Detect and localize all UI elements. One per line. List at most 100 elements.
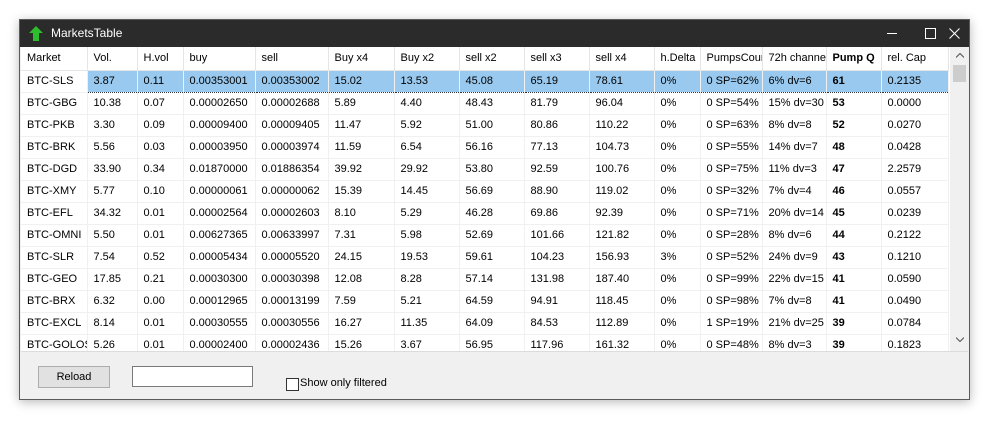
table-row[interactable]: BTC-SLS 3.87 0.11 0.00353001 0.00353002 15.02… [21,69,949,93]
table-cell: 8% dv=3 [762,334,827,351]
table-cell: 1 SP=19% [700,312,763,335]
table-row[interactable]: BTC-SLR 7.54 0.52 0.00005434 0.00005520 24.15… [21,246,949,269]
close-icon [949,28,960,39]
close-button[interactable] [949,20,969,47]
table-cell: 0% [654,268,701,291]
table-cell: BTC-PKB [21,114,88,137]
table-cell: 5.77 [87,180,138,203]
table-cell: 39 [826,334,882,351]
reload-button[interactable]: Reload [38,366,110,388]
show-filtered-label[interactable]: Show only filtered [300,377,387,389]
table-cell: 0.00002688 [255,92,329,115]
column-header[interactable]: h.Delta [654,47,701,71]
table-cell: 5.89 [328,92,395,115]
table-cell: 6% dv=6 [762,69,827,93]
table-cell: 21% dv=25 [762,312,827,335]
table-cell: 0.10 [137,180,184,203]
column-header[interactable]: Vol. [87,47,138,71]
table-cell: 15.39 [328,180,395,203]
table-row[interactable]: BTC-GBG 10.38 0.07 0.00002650 0.00002688 5.89… [21,92,949,115]
table-row[interactable]: BTC-EFL 34.32 0.01 0.00002564 0.00002603 8.10… [21,202,949,225]
table-cell: 0.11 [137,69,184,93]
table-cell: 84.53 [524,312,590,335]
table-cell: 0.00353002 [255,69,329,93]
minimize-button[interactable] [873,20,912,47]
markets-table: Market Vol. H.vol buy sell Buy x4 Buy x2 sell x… [21,47,949,351]
table-cell: 3% [654,246,701,269]
table-cell: 0.00002436 [255,334,329,351]
table-cell: 0 SP=48% [700,334,763,351]
column-header[interactable]: PumpsCount [700,47,763,71]
table-cell: 0.01 [137,312,184,335]
vertical-scrollbar[interactable] [950,47,968,351]
table-cell: 3.67 [394,334,460,351]
table-cell: 0.01870000 [183,158,256,181]
table-cell: BTC-BRK [21,136,88,159]
table-cell: 24% dv=9 [762,246,827,269]
column-header[interactable]: Buy x2 [394,47,460,71]
column-header[interactable]: rel. Cap [881,47,949,71]
table-cell: 56.16 [459,136,525,159]
table-cell: 64.59 [459,290,525,313]
table-cell: 59.61 [459,246,525,269]
table-cell: 16.27 [328,312,395,335]
table-cell: 0 SP=54% [700,92,763,115]
table-cell: 0.0428 [881,136,949,159]
table-cell: 187.40 [589,268,655,291]
table-row[interactable]: BTC-BRK 5.56 0.03 0.00003950 0.00003974 11.59… [21,136,949,159]
table-cell: 29.92 [394,158,460,181]
column-header[interactable]: sell x4 [589,47,655,71]
table-cell: 15.26 [328,334,395,351]
table-cell: BTC-BRX [21,290,88,313]
column-header[interactable]: sell [255,47,329,71]
table-row[interactable]: BTC-DGD 33.90 0.34 0.01870000 0.01886354 39.9… [21,158,949,181]
table-cell: 0 SP=62% [700,69,763,93]
table-cell: 0.2122 [881,224,949,247]
table-row[interactable]: BTC-OMNI 5.50 0.01 0.00627365 0.00633997 7.31… [21,224,949,247]
table-cell: 0.00002400 [183,334,256,351]
column-header[interactable]: Pump Q [826,47,882,71]
table-cell: 45 [826,202,882,225]
table-cell: BTC-SLR [21,246,88,269]
show-filtered-checkbox[interactable] [286,378,299,391]
maximize-button[interactable] [911,20,950,47]
title-bar[interactable]: MarketsTable [20,20,969,47]
table-cell: 0% [654,158,701,181]
column-header[interactable]: Market [21,47,88,71]
table-cell: 33.90 [87,158,138,181]
table-cell: 131.98 [524,268,590,291]
scroll-up-arrow-icon[interactable] [956,53,964,58]
table-cell: 104.73 [589,136,655,159]
table-cell: 0.0000 [881,92,949,115]
table-cell: 8.28 [394,268,460,291]
header-row: Market Vol. H.vol buy sell Buy x4 Buy x2 sell x… [21,47,949,71]
table-cell: BTC-GEO [21,268,88,291]
column-header[interactable]: H.vol [137,47,184,71]
table-cell: 0 SP=28% [700,224,763,247]
table-cell: 0% [654,114,701,137]
table-cell: 51.00 [459,114,525,137]
table-cell: 0% [654,180,701,203]
table-cell: 81.79 [524,92,590,115]
column-header[interactable]: buy [183,47,256,71]
table-cell: 44 [826,224,882,247]
column-header[interactable]: sell x2 [459,47,525,71]
column-header[interactable]: sell x3 [524,47,590,71]
table-cell: 41 [826,290,882,313]
column-header[interactable]: 72h channel [762,47,827,71]
column-header[interactable]: Buy x4 [328,47,395,71]
table-row[interactable]: BTC-BRX 6.32 0.00 0.00012965 0.00013199 7.59 5… [21,290,949,313]
table-row[interactable]: BTC-PKB 3.30 0.09 0.00009400 0.00009405 11.47… [21,114,949,137]
filter-input[interactable] [132,366,253,387]
table-row[interactable]: BTC-GEO 17.85 0.21 0.00030300 0.00030398 12.0… [21,268,949,291]
table-row[interactable]: BTC-GOLOS 5.26 0.01 0.00002400 0.00002436 15.… [21,334,949,351]
table-cell: 8.14 [87,312,138,335]
table-cell: 7.31 [328,224,395,247]
markets-grid[interactable]: Market Vol. H.vol buy sell Buy x4 Buy x2 sell x… [21,47,968,351]
table-row[interactable]: BTC-EXCL 8.14 0.01 0.00030555 0.00030556 16.2… [21,312,949,335]
table-cell: 2.2579 [881,158,949,181]
table-row[interactable]: BTC-XMY 5.77 0.10 0.00000061 0.00000062 15.39… [21,180,949,203]
scroll-thumb[interactable] [953,65,966,82]
table-cell: 0.00003950 [183,136,256,159]
scroll-down-arrow-icon[interactable] [956,337,964,342]
